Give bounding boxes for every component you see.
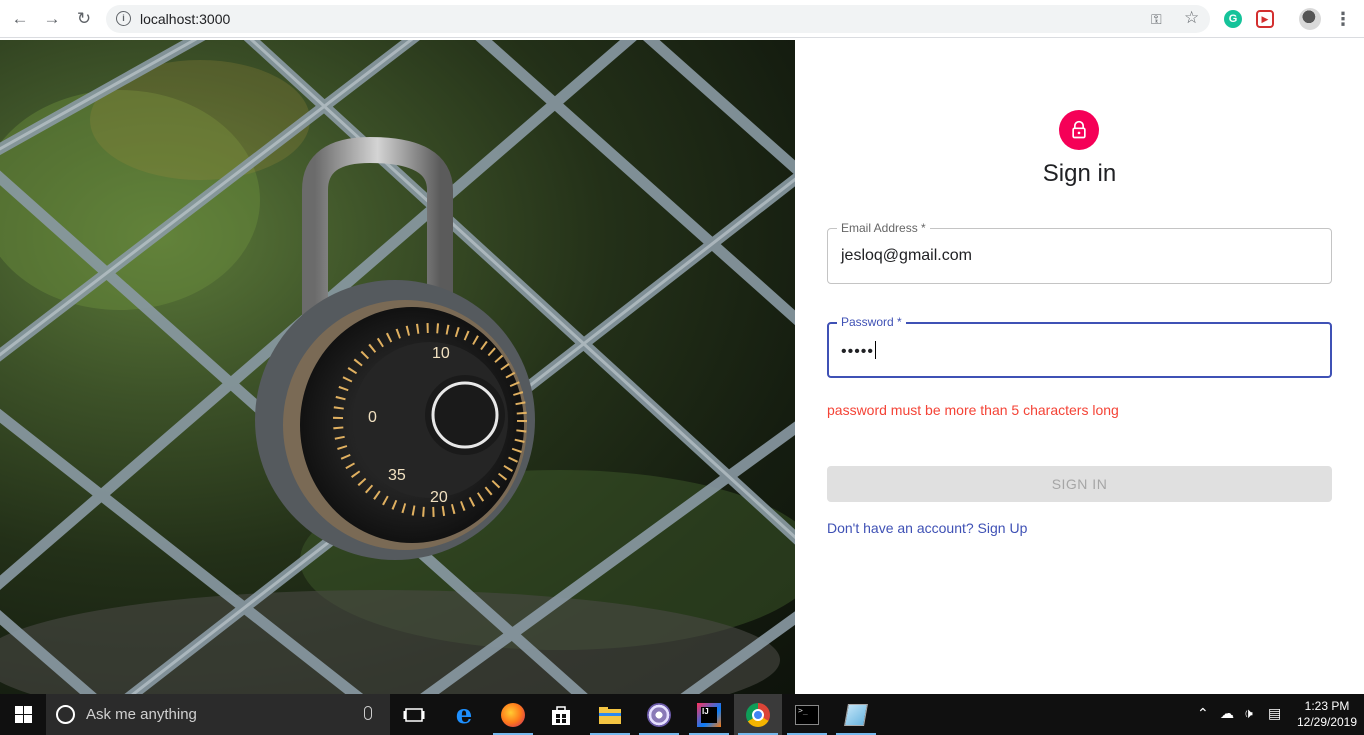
chevron-up-icon[interactable]: ⌃ bbox=[1197, 705, 1209, 722]
lock-icon bbox=[1059, 110, 1099, 150]
volume-icon[interactable]: 🕩 bbox=[1244, 705, 1253, 722]
page-title: Sign in bbox=[1042, 160, 1117, 187]
svg-text:10: 10 bbox=[432, 345, 450, 362]
padlock-fence-illustration: 10 0 20 35 bbox=[0, 40, 795, 694]
grammarly-icon[interactable]: G bbox=[1224, 10, 1242, 28]
address-bar[interactable]: i localhost:3000 ⚿ ☆ bbox=[106, 5, 1210, 33]
search-placeholder: Ask me anything bbox=[86, 706, 197, 723]
store-icon[interactable] bbox=[537, 694, 585, 735]
key-icon[interactable]: ⚿ bbox=[1151, 11, 1162, 28]
browser-toolbar: ← → ↻ i localhost:3000 ⚿ ☆ G ▶ ⋮ bbox=[0, 0, 1364, 38]
sign-in-button[interactable]: SIGN IN bbox=[827, 466, 1332, 502]
password-label: Password * bbox=[837, 315, 906, 329]
email-label: Email Address * bbox=[837, 221, 930, 235]
windows-logo-icon bbox=[14, 706, 32, 723]
action-center-icon[interactable]: ▤ bbox=[1268, 705, 1281, 722]
clock-date: 12/29/2019 bbox=[1296, 715, 1358, 729]
star-icon[interactable]: ☆ bbox=[1184, 8, 1199, 28]
forward-arrow-icon[interactable]: → bbox=[40, 7, 64, 31]
onedrive-cloud-icon[interactable]: ☁ bbox=[1220, 705, 1234, 722]
password-value[interactable]: ••••• bbox=[841, 341, 877, 361]
profile-avatar[interactable] bbox=[1299, 8, 1321, 30]
svg-text:35: 35 bbox=[388, 467, 406, 484]
info-icon[interactable]: i bbox=[116, 11, 131, 26]
email-value[interactable]: jesloq@gmail.com bbox=[841, 247, 972, 265]
file-explorer-icon[interactable] bbox=[586, 694, 634, 735]
system-clock[interactable]: 1:23 PM 12/29/2019 bbox=[1290, 698, 1364, 730]
svg-text:20: 20 bbox=[430, 489, 448, 506]
chrome-icon[interactable] bbox=[734, 694, 782, 735]
start-button[interactable] bbox=[0, 694, 46, 735]
password-field[interactable]: Password * ••••• bbox=[827, 315, 1332, 378]
firefox-icon[interactable] bbox=[489, 694, 537, 735]
clock-time: 1:23 PM bbox=[1304, 699, 1350, 713]
terminal-icon[interactable]: >_ bbox=[783, 694, 831, 735]
app-swirl-icon[interactable] bbox=[635, 694, 683, 735]
extension-icon[interactable]: ▶ bbox=[1256, 10, 1274, 28]
edge-icon[interactable]: e bbox=[440, 694, 488, 735]
lock-outline-icon bbox=[1072, 120, 1086, 139]
sign-in-panel: Sign in Email Address * jesloq@gmail.com… bbox=[795, 40, 1364, 694]
menu-icon[interactable]: ⋮ bbox=[1334, 9, 1352, 29]
notepad-icon[interactable] bbox=[832, 694, 880, 735]
windows-taskbar: Ask me anything e IJ >_ ⌃ ☁ 🕩 ▤ 1:23 PM … bbox=[0, 694, 1364, 735]
cortana-icon bbox=[56, 705, 75, 724]
email-field[interactable]: Email Address * jesloq@gmail.com bbox=[827, 221, 1332, 284]
password-dots: ••••• bbox=[841, 343, 875, 360]
svg-text:0: 0 bbox=[368, 409, 377, 426]
sign-up-link[interactable]: Don't have an account? Sign Up bbox=[827, 520, 1027, 536]
task-view-icon[interactable] bbox=[390, 694, 438, 735]
url-text[interactable]: localhost:3000 bbox=[140, 11, 230, 27]
microphone-icon[interactable] bbox=[364, 706, 372, 720]
intellij-icon[interactable]: IJ bbox=[685, 694, 733, 735]
back-arrow-icon[interactable]: ← bbox=[8, 7, 32, 31]
cortana-search[interactable]: Ask me anything bbox=[46, 694, 390, 735]
hero-image: 10 0 20 35 bbox=[0, 40, 795, 694]
password-error: password must be more than 5 characters … bbox=[827, 402, 1119, 418]
reload-icon[interactable]: ↻ bbox=[72, 7, 96, 31]
text-caret bbox=[875, 341, 877, 359]
